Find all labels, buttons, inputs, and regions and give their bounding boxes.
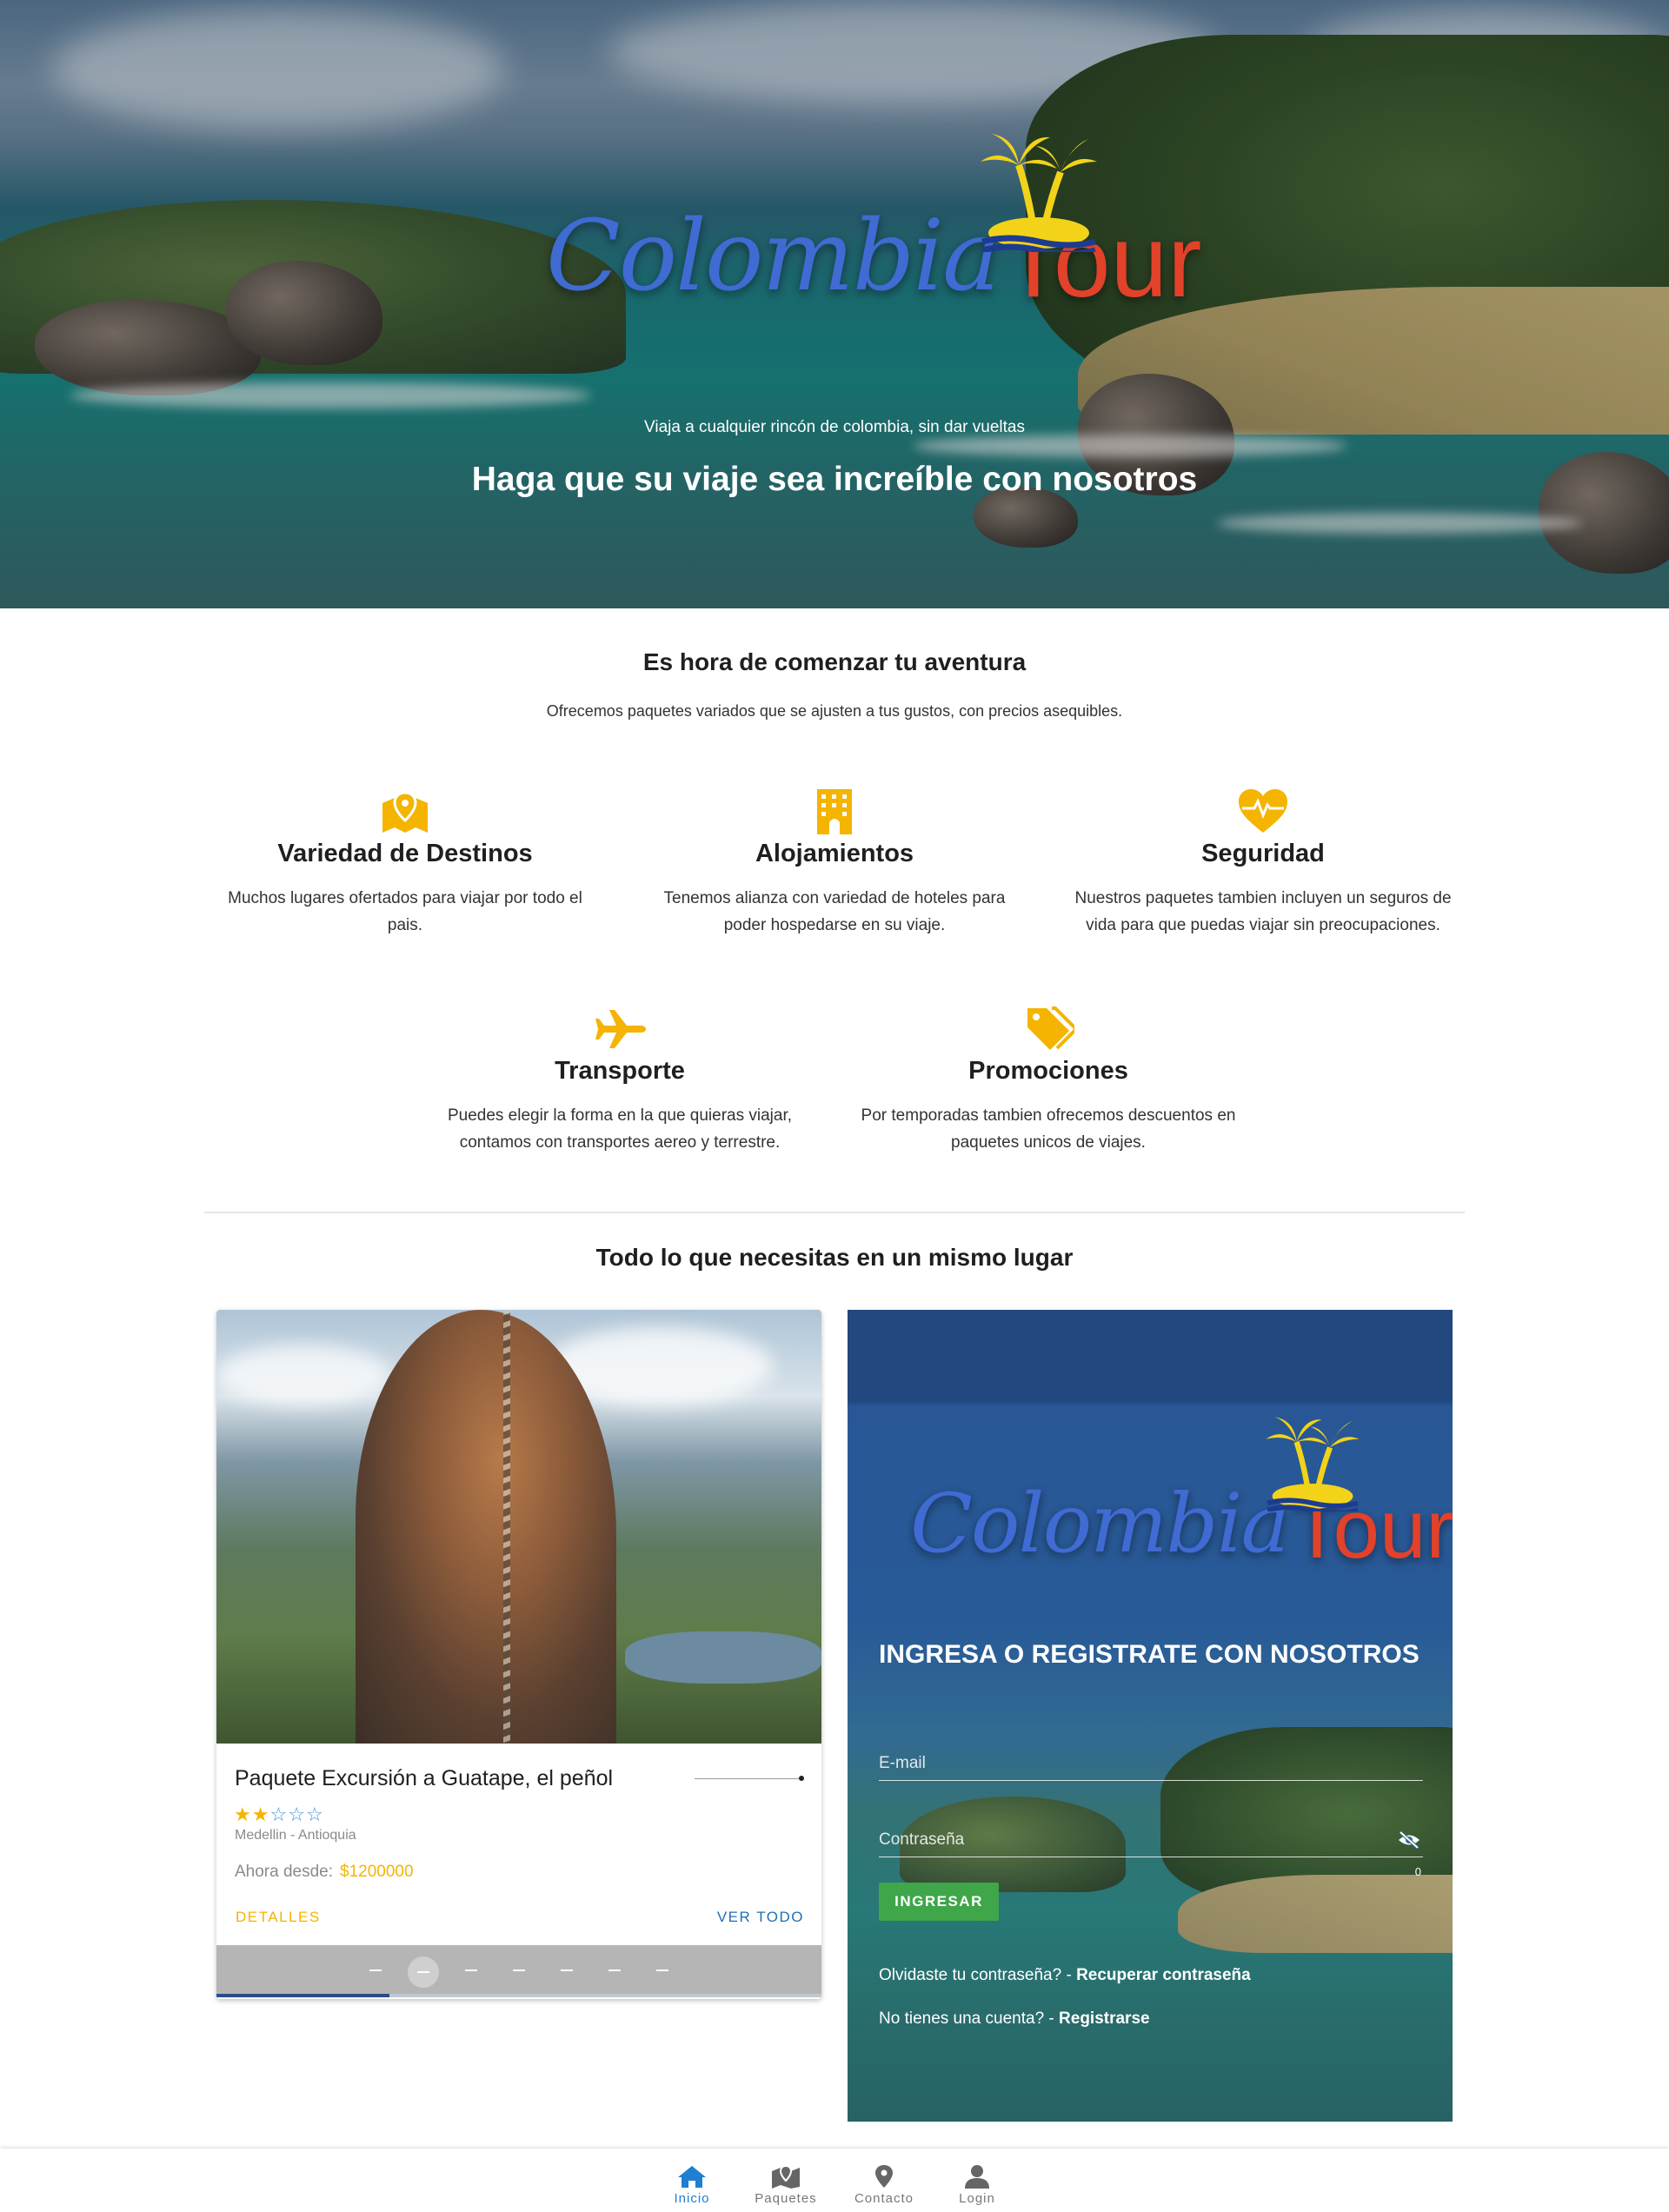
carousel-dot[interactable] [369, 1970, 382, 1971]
section-divider [204, 1212, 1465, 1213]
nav-label: Contacto [854, 2191, 914, 2206]
carousel-progress [216, 1994, 821, 1997]
rating-stars[interactable]: ★★☆☆☆ [234, 1803, 324, 1826]
feature-title: Variedad de Destinos [277, 840, 533, 867]
feature-description: Tenemos alianza con variedad de hoteles … [663, 889, 1006, 934]
star-empty-icon[interactable]: ☆ [288, 1803, 306, 1825]
plane-icon [595, 1010, 646, 1048]
recover-password-link[interactable]: Recuperar contraseña [1076, 1966, 1251, 1984]
password-field[interactable] [879, 1830, 1423, 1857]
login-logo: Colombia Tour [910, 1477, 1453, 1571]
nav-item-paquetes[interactable]: Paquetes [747, 2149, 825, 2212]
map-icon [772, 2164, 800, 2189]
tags-icon [1027, 1006, 1074, 1050]
bottom-navigation: Inicio Paquetes Contacto Login [0, 2149, 1669, 2212]
feature-description: Nuestros paquetes tambien incluyen un se… [1074, 889, 1452, 934]
feature-alojamientos: Alojamientos Tenemos alianza con varieda… [643, 787, 1026, 939]
login-title: INGRESA O REGISTRATE CON NOSOTROS [879, 1640, 1420, 1669]
carousel-pager [216, 1945, 821, 1997]
password-input[interactable] [879, 1830, 1423, 1857]
register-text: No tienes una cuenta? - [879, 2009, 1060, 2028]
hotel-icon [817, 789, 852, 834]
details-button[interactable]: DETALLES [236, 1909, 321, 1926]
logo-script-text: Colombia [546, 200, 1001, 313]
feature-promociones: Promociones Por temporadas tambien ofrec… [857, 1005, 1240, 1156]
package-photo[interactable] [216, 1310, 821, 1744]
package-location: Medellin - Antioquia [235, 1828, 356, 1843]
nav-item-inicio[interactable]: Inicio [653, 2149, 731, 2212]
intro-subtitle: Ofrecemos paquetes variados que se ajust… [546, 702, 1123, 720]
stairs [503, 1310, 510, 1744]
feature-description: Puedes elegir la forma en la que quieras… [447, 1106, 793, 1152]
feature-title: Alojamientos [755, 840, 914, 867]
feature-description: Por temporadas tambien ofrecemos descuen… [861, 1106, 1236, 1152]
package-price: Ahora desde: $1200000 [235, 1863, 414, 1882]
lake [625, 1631, 821, 1684]
feature-transporte: Transporte Puedes elegir la forma en la … [429, 1005, 811, 1156]
price-amount: $1200000 [340, 1863, 414, 1881]
title-dot [799, 1776, 804, 1781]
password-counter: 0 [1414, 1865, 1421, 1878]
hero-banner: Colombia Tour Viaja a cualquier rincón d… [0, 0, 1669, 608]
palm-island-icon [1266, 1417, 1360, 1511]
feature-title: Promociones [968, 1057, 1128, 1085]
carousel-dot[interactable] [465, 1970, 477, 1971]
carousel-dot[interactable] [608, 1970, 621, 1971]
hero-tagline: Viaja a cualquier rincón de colombia, si… [644, 418, 1025, 436]
logo-script-text: Colombia [910, 1477, 1290, 1571]
intro-title: Es hora de comenzar tu aventura [642, 648, 1027, 675]
home-icon [678, 2166, 706, 2188]
location-pin-icon [875, 2165, 893, 2188]
feature-description: Muchos lugares ofertados para viajar por… [228, 889, 582, 934]
feature-destinos: Variedad de Destinos Muchos lugares ofer… [214, 787, 596, 939]
register-line: No tienes una cuenta? - Registrarse [879, 2009, 1150, 2029]
eye-off-icon[interactable] [1397, 1830, 1421, 1850]
palm-island-icon [981, 134, 1097, 252]
nav-label: Login [959, 2191, 995, 2206]
forgot-password-line: Olvidaste tu contraseña? - Recuperar con… [879, 1966, 1251, 1985]
carousel-dot-active[interactable] [408, 1956, 439, 1988]
feature-title: Seguridad [1201, 840, 1325, 867]
carousel-dot[interactable] [513, 1970, 525, 1971]
carousel-dot[interactable] [561, 1970, 573, 1971]
star-empty-icon[interactable]: ☆ [306, 1803, 324, 1825]
star-filled-icon[interactable]: ★ [234, 1803, 252, 1825]
heart-pulse-icon [1239, 789, 1287, 833]
login-button[interactable]: INGRESAR [879, 1883, 999, 1921]
carousel-progress-fill [216, 1994, 389, 1997]
nav-item-login[interactable]: Login [938, 2149, 1016, 2212]
packages-title: Todo lo que necesitas en un mismo lugar [595, 1244, 1074, 1271]
package-name[interactable]: Paquete Excursión a Guatape, el peñol [235, 1766, 613, 1791]
star-filled-icon[interactable]: ★ [252, 1803, 270, 1825]
register-link[interactable]: Registrarse [1059, 2009, 1150, 2028]
package-card: Paquete Excursión a Guatape, el peñol ★★… [216, 1310, 821, 1999]
nav-label: Inicio [674, 2191, 710, 2206]
forgot-text: Olvidaste tu contraseña? - [879, 1966, 1077, 1984]
nav-item-contacto[interactable]: Contacto [845, 2149, 923, 2212]
carousel-dot[interactable] [656, 1970, 668, 1971]
star-empty-icon[interactable]: ☆ [269, 1803, 288, 1825]
carousel-dot-mark [417, 1971, 429, 1973]
nav-label: Paquetes [755, 2191, 817, 2206]
feature-title: Transporte [555, 1057, 685, 1085]
title-divider [695, 1778, 799, 1779]
view-all-button[interactable]: VER TODO [717, 1909, 804, 1926]
user-icon [965, 2165, 989, 2189]
hero-headline: Haga que su viaje sea increíble con noso… [471, 461, 1198, 498]
email-input[interactable] [879, 1754, 1423, 1780]
email-field[interactable] [879, 1754, 1423, 1781]
login-panel: Colombia Tour INGRESA O REGISTRATE CON N… [848, 1310, 1453, 2122]
map-pin-icon [382, 791, 428, 833]
cloud [216, 1345, 390, 1405]
price-label: Ahora desde: [235, 1863, 334, 1881]
feature-seguridad: Seguridad Nuestros paquetes tambien incl… [1072, 787, 1454, 939]
